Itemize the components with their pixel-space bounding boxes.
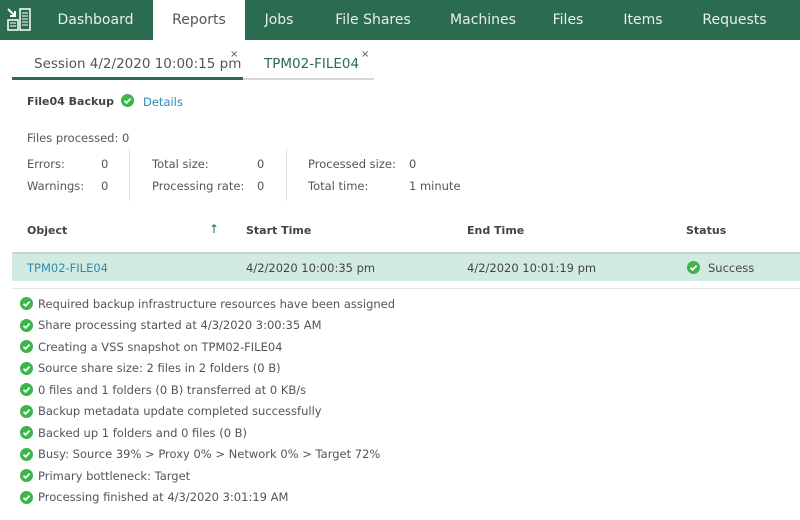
check-circle-icon (20, 404, 33, 418)
nav-reports[interactable]: Reports (153, 0, 245, 40)
arrow-up-icon[interactable]: ↑ (209, 222, 219, 236)
log-item: Primary bottleneck: Target (20, 465, 395, 487)
check-circle-icon (687, 261, 700, 277)
log-item: 0 files and 1 folders (0 B) transferred … (20, 379, 395, 401)
nav-jobs[interactable]: Jobs (245, 0, 313, 40)
errors-label: Errors: (27, 157, 65, 171)
app-logo-icon[interactable] (0, 0, 38, 40)
status-text: Success (708, 261, 755, 275)
log-text: Backup metadata update completed success… (38, 404, 322, 419)
nav-items[interactable]: Items (603, 0, 683, 40)
nav-dashboard[interactable]: Dashboard (38, 0, 153, 40)
session-log: Required backup infrastructure resources… (20, 293, 395, 508)
start-time: 4/2/2020 10:00:35 pm (246, 261, 376, 275)
job-title: File04 Backup (27, 95, 115, 108)
total-size-value: 0 (257, 157, 265, 171)
check-circle-icon (20, 426, 33, 440)
object-link[interactable]: TPM02-FILE04 (27, 261, 108, 275)
processed-size-value: 0 (409, 157, 417, 171)
total-time-label: Total time: (308, 179, 369, 193)
table-row[interactable]: TPM02-FILE04 4/2/2020 10:00:35 pm 4/2/20… (12, 254, 800, 281)
files-processed: Files processed: 0 (27, 131, 130, 145)
total-time-value: 1 minute (409, 179, 461, 193)
tab-session-label: Session 4/2/2020 10:00:15 pm (34, 55, 242, 72)
log-text: Backed up 1 folders and 0 files (0 B) (38, 425, 248, 440)
nav-files[interactable]: Files (533, 0, 603, 40)
log-item: Source share size: 2 files in 2 folders … (20, 358, 395, 380)
log-text: Share processing started at 4/3/2020 3:0… (38, 318, 322, 333)
processing-rate-value: 0 (257, 179, 265, 193)
column-header-end-time[interactable]: End Time (467, 224, 524, 237)
warnings-value: 0 (101, 179, 109, 193)
log-text: Primary bottleneck: Target (38, 468, 191, 483)
check-circle-icon (20, 383, 33, 397)
warnings-label: Warnings: (27, 179, 85, 193)
check-circle-icon (20, 447, 33, 461)
check-circle-icon (20, 318, 33, 332)
tab-tpm02-file04-label: TPM02-FILE04 (264, 56, 360, 72)
tab-tpm02-file04[interactable]: TPM02-FILE04 × (243, 49, 374, 80)
log-text: Required backup infrastructure resources… (38, 296, 396, 311)
nav-machines[interactable]: Machines (433, 0, 533, 40)
check-circle-icon (20, 469, 33, 483)
processing-rate-label: Processing rate: (152, 179, 245, 193)
log-text: Source share size: 2 files in 2 folders … (38, 361, 281, 376)
log-text: 0 files and 1 folders (0 B) transferred … (38, 382, 307, 397)
nav-file-shares[interactable]: File Shares (313, 0, 433, 40)
check-circle-icon (121, 94, 134, 110)
log-item: Backup metadata update completed success… (20, 401, 395, 423)
log-item: Backed up 1 folders and 0 files (0 B) (20, 422, 395, 444)
log-text: Busy: Source 39% > Proxy 0% > Network 0%… (38, 447, 381, 462)
divider (286, 149, 287, 201)
log-text: Processing finished at 4/3/2020 3:01:19 … (38, 490, 289, 505)
total-size-label: Total size: (152, 157, 209, 171)
session-tabs: Session 4/2/2020 10:00:15 pm × TPM02-FIL… (12, 49, 374, 80)
log-text: Creating a VSS snapshot on TPM02-FILE04 (38, 339, 283, 354)
log-item: Creating a VSS snapshot on TPM02-FILE04 (20, 336, 395, 358)
column-header-object[interactable]: Object (27, 224, 67, 237)
errors-value: 0 (101, 157, 109, 171)
close-icon[interactable]: × (230, 49, 238, 60)
check-circle-icon (20, 490, 33, 504)
column-header-status[interactable]: Status (686, 224, 726, 237)
log-item: Busy: Source 39% > Proxy 0% > Network 0%… (20, 444, 395, 466)
top-navigation: Dashboard Reports Jobs File Shares Machi… (0, 0, 800, 40)
check-circle-icon (20, 361, 33, 375)
processed-size-label: Processed size: (308, 157, 396, 171)
check-circle-icon (20, 297, 33, 311)
details-link[interactable]: Details (143, 95, 183, 109)
close-icon[interactable]: × (361, 49, 369, 60)
divider (12, 288, 800, 289)
table-header: Object ↑ Start Time End Time Status (12, 220, 800, 254)
column-header-start-time[interactable]: Start Time (246, 224, 311, 237)
divider (129, 149, 130, 201)
log-item: Required backup infrastructure resources… (20, 293, 395, 315)
log-item: Processing finished at 4/3/2020 3:01:19 … (20, 487, 395, 509)
check-circle-icon (20, 340, 33, 354)
end-time: 4/2/2020 10:01:19 pm (467, 261, 597, 275)
nav-requests[interactable]: Requests (683, 0, 786, 40)
tab-session[interactable]: Session 4/2/2020 10:00:15 pm × (12, 49, 243, 80)
log-item: Share processing started at 4/3/2020 3:0… (20, 315, 395, 337)
